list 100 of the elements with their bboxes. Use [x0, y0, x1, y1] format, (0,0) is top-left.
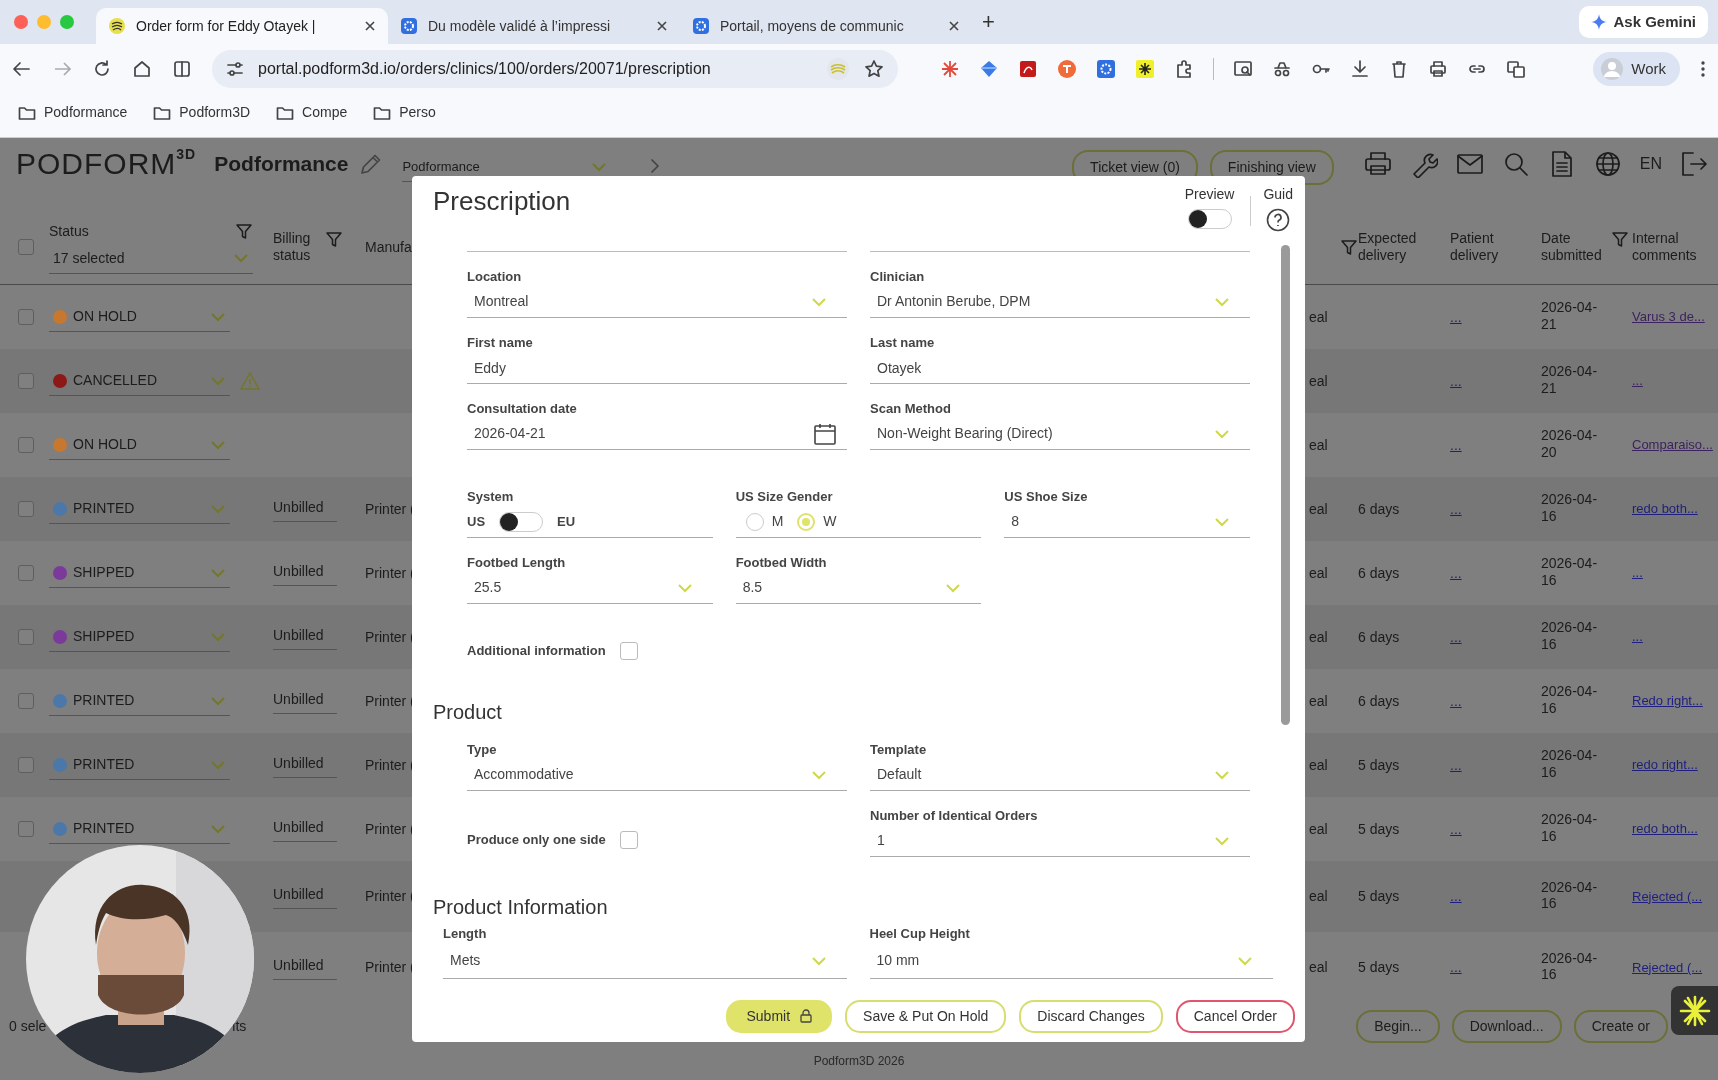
comment-link[interactable]: redo both... — [1632, 821, 1698, 837]
comment-link[interactable]: redo right... — [1632, 757, 1698, 773]
patient-link[interactable]: ... — [1450, 372, 1462, 389]
comment-link[interactable]: ... — [1632, 629, 1643, 645]
window-control[interactable] — [14, 15, 28, 29]
dropdown[interactable]: Montreal — [467, 286, 847, 318]
status-dropdown[interactable]: SHIPPED — [49, 622, 230, 652]
comment-link[interactable]: Redo right... — [1632, 693, 1703, 709]
print-icon[interactable] — [1428, 59, 1448, 79]
dropdown[interactable]: 1 — [870, 825, 1250, 857]
comment-link[interactable]: Comparaiso... — [1632, 437, 1713, 453]
profile-button[interactable]: Work — [1593, 51, 1680, 87]
browser-tab[interactable]: Order form for Eddy Otayek | — [96, 8, 388, 44]
patient-link[interactable]: ... — [1450, 820, 1462, 837]
bookmark[interactable]: Podform3D — [153, 102, 251, 123]
asterisk-button[interactable] — [1671, 986, 1718, 1035]
status-dropdown[interactable]: ON HOLD — [49, 302, 230, 332]
dialog-button[interactable]: Submit — [726, 999, 833, 1033]
gear-icon[interactable] — [1096, 59, 1116, 79]
close-icon[interactable] — [364, 20, 376, 32]
circle-icon[interactable] — [1057, 59, 1077, 79]
action-button[interactable]: Begin... — [1356, 1010, 1440, 1043]
input-field[interactable]: Otayek — [870, 352, 1250, 384]
comment-link[interactable]: Varus 3 de... — [1632, 309, 1705, 325]
checkbox[interactable] — [18, 501, 34, 517]
checkbox[interactable] — [18, 629, 34, 645]
trash-icon[interactable] — [1389, 59, 1409, 79]
print-icon[interactable] — [1363, 150, 1392, 178]
patient-link[interactable]: ... — [1450, 436, 1462, 453]
ask-gemini-button[interactable]: Ask Gemini — [1579, 5, 1708, 39]
browser-tab[interactable]: Portail, moyens de communic — [680, 8, 972, 44]
billing-dropdown[interactable]: Unbilled — [273, 560, 337, 586]
reload-icon[interactable] — [92, 59, 112, 79]
globe-icon[interactable] — [1593, 150, 1622, 178]
bookmark[interactable]: Compe — [276, 102, 348, 123]
patient-link[interactable]: ... — [1450, 888, 1462, 904]
patient-link[interactable]: ... — [1450, 628, 1462, 645]
tab-search-icon[interactable] — [1233, 59, 1253, 79]
patient-link[interactable]: ... — [1450, 564, 1462, 581]
incognito-icon[interactable] — [1272, 59, 1292, 79]
square-icon[interactable] — [1018, 59, 1038, 79]
checkbox[interactable] — [18, 239, 34, 255]
dialog-button[interactable]: Cancel Order — [1175, 999, 1295, 1033]
comment-link[interactable]: Rejected (... — [1632, 888, 1703, 904]
address-bar[interactable]: portal.podform3d.io/orders/clinics/100/orders/20071/prescription — [212, 50, 898, 88]
status-dropdown[interactable]: PRINTED — [49, 494, 230, 524]
billing-dropdown[interactable]: Unbilled — [273, 955, 337, 980]
puzzle-icon[interactable] — [1174, 59, 1194, 79]
bookmark[interactable]: Podformance — [18, 102, 128, 123]
billing-dropdown[interactable]: Unbilled — [273, 884, 337, 909]
star-icon[interactable] — [864, 59, 884, 79]
asterisk-icon[interactable] — [1135, 59, 1155, 79]
scrollbar[interactable] — [1281, 245, 1290, 725]
new-tab-button[interactable]: + — [982, 5, 995, 38]
download-icon[interactable] — [1350, 59, 1370, 79]
comment-link[interactable]: ... — [1632, 565, 1643, 581]
patient-link[interactable]: ... — [1450, 500, 1462, 517]
checkbox[interactable] — [619, 642, 638, 660]
patient-link[interactable]: ... — [1450, 756, 1462, 773]
patient-link[interactable]: ... — [1450, 692, 1462, 709]
patient-link[interactable]: ... — [1450, 308, 1462, 325]
status-dropdown[interactable]: CANCELLED — [49, 366, 230, 396]
billing-dropdown[interactable]: Unbilled — [273, 752, 337, 778]
checkbox[interactable] — [18, 437, 34, 453]
comment-link[interactable]: ... — [1632, 373, 1643, 389]
dropdown[interactable]: Accommodative — [467, 759, 847, 791]
checkbox[interactable] — [619, 831, 638, 849]
language-button[interactable]: EN — [1639, 152, 1662, 176]
action-button[interactable]: Create or — [1573, 1010, 1668, 1043]
bookmark[interactable]: Perso — [373, 102, 436, 123]
chevron-right-icon[interactable] — [649, 158, 662, 174]
split-view-icon[interactable] — [172, 59, 192, 79]
diamond-icon[interactable] — [979, 59, 999, 79]
billing-dropdown[interactable]: Unbilled — [273, 624, 337, 650]
patient-link[interactable]: ... — [1450, 959, 1462, 975]
browser-tab[interactable]: Du modèle validé à l’impressi — [388, 8, 680, 44]
tune-icon[interactable] — [226, 60, 244, 78]
toggle-switch[interactable] — [499, 511, 544, 532]
comment-link[interactable]: redo both... — [1632, 501, 1698, 517]
action-button[interactable]: Download... — [1451, 1010, 1562, 1043]
status-dropdown[interactable]: PRINTED — [49, 814, 230, 844]
help-icon[interactable] — [1266, 208, 1291, 232]
billing-dropdown[interactable]: Unbilled — [273, 688, 337, 714]
dropdown[interactable]: 25.5 — [467, 572, 713, 604]
billing-dropdown[interactable]: Unbilled — [273, 816, 337, 842]
preview-toggle[interactable] — [1187, 209, 1232, 229]
dialog-button[interactable]: Save & Put On Hold — [845, 999, 1007, 1033]
status-dropdown[interactable]: PRINTED — [49, 750, 230, 780]
dropdown[interactable]: 8 — [1004, 506, 1250, 538]
checkbox[interactable] — [18, 373, 34, 389]
dropdown[interactable]: Dr Antonin Berube, DPM — [870, 286, 1250, 318]
dropdown[interactable]: Mets — [443, 943, 847, 979]
checkbox[interactable] — [18, 309, 34, 325]
home-icon[interactable] — [132, 59, 152, 79]
billing-dropdown[interactable]: Unbilled — [273, 496, 337, 522]
calendar-icon[interactable] — [813, 421, 837, 446]
checkbox[interactable] — [18, 821, 34, 837]
comment-link[interactable]: Rejected (... — [1632, 959, 1703, 975]
checkbox[interactable] — [18, 693, 34, 709]
input-field[interactable]: Eddy — [467, 352, 847, 384]
